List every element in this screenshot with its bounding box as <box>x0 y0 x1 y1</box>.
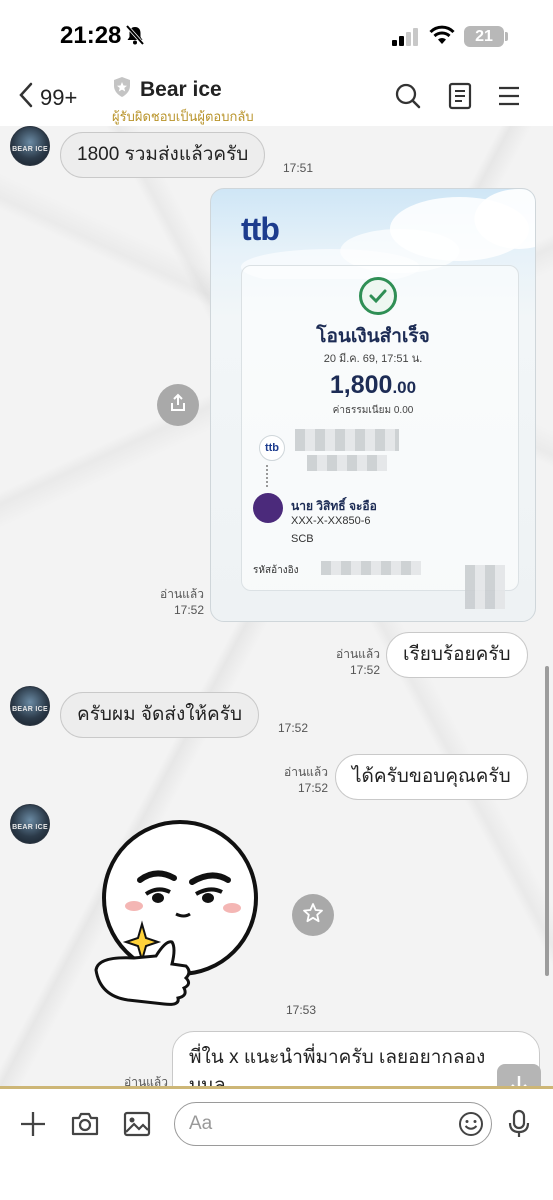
microphone-icon[interactable] <box>508 1109 530 1144</box>
thumbs-up-sticker[interactable] <box>94 820 264 1010</box>
receiver-bank: SCB <box>291 533 314 545</box>
chat-title: Bear ice <box>140 77 222 101</box>
chevron-left-icon <box>18 82 34 113</box>
scrollbar[interactable] <box>545 666 549 976</box>
status-bar: 21:28 21 <box>0 0 553 72</box>
transfer-slip-image[interactable]: ttb โอนเงินสำเร็จ 20 มี.ค. 69, 17:51 น. … <box>210 188 536 622</box>
back-button[interactable]: 99+ <box>18 82 77 113</box>
avatar[interactable]: BEAR ICE <box>10 126 50 166</box>
scb-bank-logo <box>253 493 283 523</box>
bell-muted-icon <box>124 24 146 51</box>
avatar[interactable]: BEAR ICE <box>10 686 50 726</box>
plus-icon[interactable] <box>18 1109 48 1144</box>
read-receipt: อ่านแล้ว 17:52 <box>284 765 328 795</box>
star-icon <box>302 902 324 929</box>
blurred-reference <box>321 561 421 575</box>
slip-amount: 1,800.00 <box>329 371 417 399</box>
search-icon[interactable] <box>394 82 422 115</box>
signal-icon <box>392 28 420 51</box>
battery-indicator: 21 <box>464 26 504 47</box>
emoji-icon[interactable] <box>458 1111 484 1142</box>
sender-bank-logo: ttb <box>259 435 285 461</box>
slip-fee: ค่าธรรมเนียม 0.00 <box>332 405 414 416</box>
blurred-sender-account <box>307 455 387 471</box>
battery-tip <box>505 32 508 41</box>
share-button[interactable] <box>157 384 199 426</box>
message-time: 17:52 <box>278 721 309 735</box>
shield-icon <box>112 76 132 103</box>
message-input[interactable]: Aa <box>174 1102 492 1146</box>
blurred-sender-name <box>295 429 399 451</box>
image-icon[interactable] <box>122 1109 152 1144</box>
message-bubble-incoming[interactable]: 1800 รวมส่งแล้วครับ <box>60 132 266 178</box>
camera-icon[interactable] <box>70 1109 100 1144</box>
message-bubble-incoming[interactable]: ครับผม จัดส่งให้ครับ <box>60 692 260 738</box>
wifi-icon <box>428 24 456 51</box>
favorite-sticker-button[interactable] <box>292 894 334 936</box>
chat-title-block[interactable]: Bear ice ผู้รับผิดชอบเป็นผู้ตอบกลับ <box>112 76 254 127</box>
message-bubble-outgoing[interactable]: พี่ใน x แนะนำพี่มาครับ เลยอยากลอง บนล <box>172 1031 540 1088</box>
read-receipt: อ่านแล้ว 17:52 <box>336 647 380 677</box>
reference-label: รหัสอ้างอิง <box>253 565 299 576</box>
blurred-qr <box>465 565 505 609</box>
chat-header: 99+ Bear ice ผู้รับผิดชอบเป็นผู้ตอบกลับ <box>0 72 553 126</box>
ttb-logo: ttb <box>241 211 280 247</box>
scroll-to-bottom-button[interactable] <box>497 1064 541 1088</box>
message-input-bar: Aa <box>0 1089 553 1200</box>
receiver-account: XXX-X-XX850-6 <box>291 515 371 527</box>
unread-count: 99+ <box>40 84 78 110</box>
menu-icon[interactable] <box>497 82 521 115</box>
transfer-dots <box>266 465 268 487</box>
receiver-name: นาย วิสิทธิ์ จะอือ <box>291 499 377 513</box>
message-bubble-outgoing[interactable]: ได้ครับขอบคุณครับ <box>335 754 528 800</box>
avatar[interactable]: BEAR ICE <box>10 804 50 844</box>
check-icon <box>359 277 397 315</box>
chat-subtitle: ผู้รับผิดชอบเป็นผู้ตอบกลับ <box>112 109 254 124</box>
read-receipt: อ่านแล้ว 17:52 <box>160 587 204 617</box>
message-bubble-outgoing[interactable]: เรียบร้อยครับ <box>386 632 528 678</box>
chat-area[interactable]: BEAR ICE 1800 รวมส่งแล้วครับ 17:51 อ่านแ… <box>0 126 553 1088</box>
message-time: 17:51 <box>283 161 314 175</box>
slip-title: โอนเงินสำเร็จ <box>316 326 430 347</box>
notes-icon[interactable] <box>447 82 473 115</box>
share-icon <box>168 393 188 418</box>
slip-date: 20 มี.ค. 69, 17:51 น. <box>323 353 423 365</box>
message-time: 17:53 <box>286 1003 317 1017</box>
avatar-label: BEAR ICE <box>12 146 48 153</box>
status-time: 21:28 <box>60 22 122 49</box>
